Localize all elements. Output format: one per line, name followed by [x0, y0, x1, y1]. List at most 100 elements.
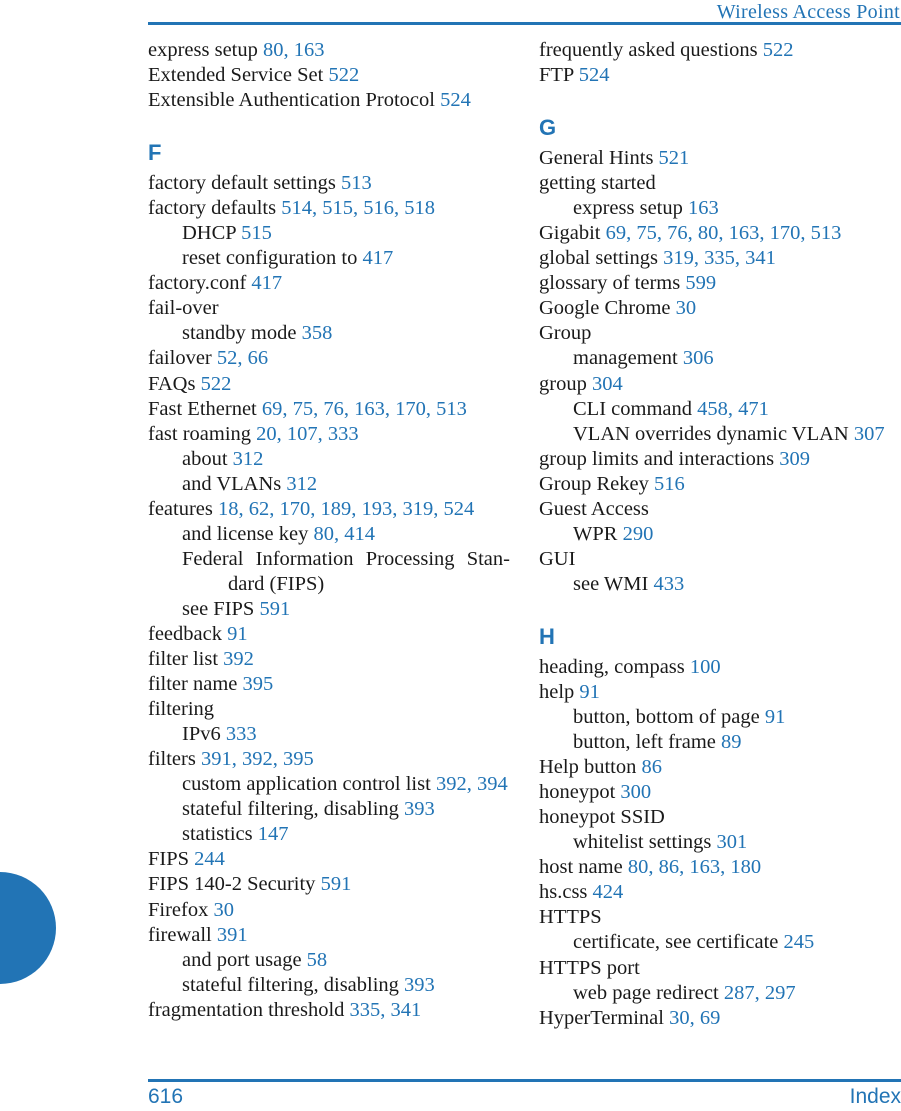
index-entry-page-refs[interactable]: 522 [763, 39, 794, 61]
index-entry-page-refs[interactable]: 244 [194, 848, 225, 870]
index-entry-page-refs[interactable]: 163 [688, 197, 719, 219]
index-entry-term: Firefox [148, 898, 214, 921]
index-entry-page-refs[interactable]: 69, 75, 76, 163, 170, 513 [262, 398, 467, 420]
index-entry: reset configuration to 417 [148, 246, 510, 271]
index-entry-page-refs[interactable]: 312 [286, 473, 317, 495]
index-entry-page-refs[interactable]: 18, 62, 170, 189, 193, 319, 524 [218, 498, 474, 520]
index-entry-page-refs[interactable]: 306 [683, 347, 714, 369]
index-entry-page-refs[interactable]: 358 [302, 322, 333, 344]
index-entry-page-refs[interactable]: 91 [579, 681, 600, 703]
index-entry-page-refs[interactable]: 395 [242, 673, 273, 695]
index-entry-page-refs[interactable]: 290 [623, 523, 654, 545]
index-entry-term: Guest Access [539, 497, 649, 520]
index-entry-page-refs[interactable]: 391, 392, 395 [201, 748, 314, 770]
thumb-tab-index [0, 872, 56, 984]
index-entry-page-refs[interactable]: 69, 75, 76, 80, 163, 170, 513 [606, 222, 842, 244]
index-entry-term: Fast Ethernet [148, 397, 262, 420]
index-entry-page-refs[interactable]: 52, 66 [217, 347, 268, 369]
index-entry-term: see WMI [573, 572, 654, 595]
index-entry: FTP 524 [539, 63, 901, 88]
index-entry-page-refs[interactable]: 80, 163 [263, 39, 325, 61]
index-entry: management 306 [539, 346, 901, 371]
index-entry-term: DHCP [182, 222, 242, 245]
index-entry-term: stateful filtering, disabling [182, 798, 405, 821]
footer-rule [148, 1079, 901, 1082]
index-entry-page-refs[interactable]: 513 [341, 172, 372, 194]
page-title: Wireless Access Point [716, 1, 900, 23]
index-entry-page-refs[interactable]: 30 [676, 297, 697, 319]
index-entry-page-refs[interactable]: 301 [717, 831, 748, 853]
index-entry-term: express setup [573, 197, 689, 220]
index-entry-term: custom application control list [182, 773, 436, 796]
index-entry-term: group [539, 372, 592, 395]
index-entry: Guest Access [539, 497, 901, 522]
index-entry-page-refs[interactable]: 521 [659, 147, 690, 169]
section-letter-heading: H [539, 623, 555, 649]
index-entry-term: and port usage [182, 948, 307, 971]
index-entry-page-refs[interactable]: 599 [685, 272, 716, 294]
index-entry-page-refs[interactable]: 91 [227, 623, 248, 645]
index-entry-page-refs[interactable]: 309 [779, 448, 810, 470]
index-entry-page-refs[interactable]: 424 [593, 881, 624, 903]
index-entry: failover 52, 66 [148, 346, 510, 371]
index-entry: group limits and interactions 309 [539, 447, 901, 472]
index-entry-page-refs[interactable]: 300 [620, 781, 651, 803]
index-entry-term: getting started [539, 172, 656, 195]
index-entry-page-refs[interactable]: 335, 341 [350, 999, 422, 1021]
index-entry: whitelist settings 301 [539, 830, 901, 855]
index-entry-term: Group Rekey [539, 472, 655, 495]
index-entry-page-refs[interactable]: 20, 107, 333 [256, 423, 359, 445]
index-entry-page-refs[interactable]: 524 [579, 64, 610, 86]
index-entry-page-refs[interactable]: 417 [251, 272, 282, 294]
index-entry-term: factory defaults [148, 197, 282, 220]
index-entry: custom application control list 392, 394 [148, 772, 510, 797]
index-entry-page-refs[interactable]: 417 [362, 247, 393, 269]
index-entry-term: Google Chrome [539, 297, 676, 320]
index-entry-page-refs[interactable]: 391 [217, 924, 248, 946]
index-entry-page-refs[interactable]: 393 [404, 974, 435, 996]
index-entry-page-refs[interactable]: 392, 394 [436, 773, 508, 795]
index-entry: HTTPS [539, 905, 901, 930]
index-entry-page-refs[interactable]: 516 [654, 473, 685, 495]
index-entry-page-refs[interactable]: 333 [226, 723, 257, 745]
index-entry-page-refs[interactable]: 319, 335, 341 [663, 247, 776, 269]
index-entry-page-refs[interactable]: 433 [653, 573, 684, 595]
index-entry-term: filters [148, 748, 201, 771]
index-entry-page-refs[interactable]: 80, 414 [314, 523, 376, 545]
index-entry: factory defaults 514, 515, 516, 518 [148, 196, 510, 221]
index-entry-page-refs[interactable]: 515 [241, 222, 272, 244]
index-entry-page-refs[interactable]: 522 [328, 64, 359, 86]
index-entry: Extended Service Set 522 [148, 63, 510, 88]
index-entry: express setup 163 [539, 196, 901, 221]
index-entry-page-refs[interactable]: 80, 86, 163, 180 [628, 856, 761, 878]
index-entry-page-refs[interactable]: 514, 515, 516, 518 [281, 197, 435, 219]
index-entry-page-refs[interactable]: 30, 69 [669, 1007, 720, 1029]
index-entry-page-refs[interactable]: 312 [233, 448, 264, 470]
index-entry-page-refs[interactable]: 307 [854, 423, 885, 445]
index-entry-page-refs[interactable]: 522 [201, 373, 232, 395]
index-entry-page-refs[interactable]: 524 [440, 89, 471, 111]
index-entry-page-refs[interactable]: 58 [307, 949, 328, 971]
index-entry: glossary of terms 599 [539, 271, 901, 296]
index-entry-term: FAQs [148, 372, 201, 395]
index-entry-page-refs[interactable]: 392 [223, 648, 254, 670]
index-entry-term: express setup [148, 39, 264, 61]
index-entry-page-refs[interactable]: 86 [642, 756, 663, 778]
index-entry-page-refs[interactable]: 30 [213, 899, 234, 921]
index-entry-page-refs[interactable]: 91 [765, 706, 786, 728]
index-entry-page-refs[interactable]: 100 [690, 656, 721, 678]
index-entry-page-refs[interactable]: 591 [321, 873, 352, 895]
index-entry-page-refs[interactable]: 458, 471 [697, 398, 769, 420]
footer-page-number: 616 [148, 1085, 184, 1108]
index-entry: IPv6 333 [148, 722, 510, 747]
index-entry-page-refs[interactable]: 287, 297 [724, 982, 796, 1004]
index-entry-page-refs[interactable]: 245 [784, 931, 815, 953]
index-entry-page-refs[interactable]: 89 [721, 731, 742, 753]
index-entry-page-refs[interactable]: 304 [592, 373, 623, 395]
index-entry-term: WPR [573, 522, 623, 545]
index-entry: VLAN overrides dynamic VLAN 307 [539, 422, 901, 447]
index-entry-page-refs[interactable]: 147 [258, 823, 289, 845]
index-entry-page-refs[interactable]: 591 [259, 598, 290, 620]
index-entry-term: HyperTerminal [539, 1006, 670, 1029]
index-entry-page-refs[interactable]: 393 [404, 798, 435, 820]
